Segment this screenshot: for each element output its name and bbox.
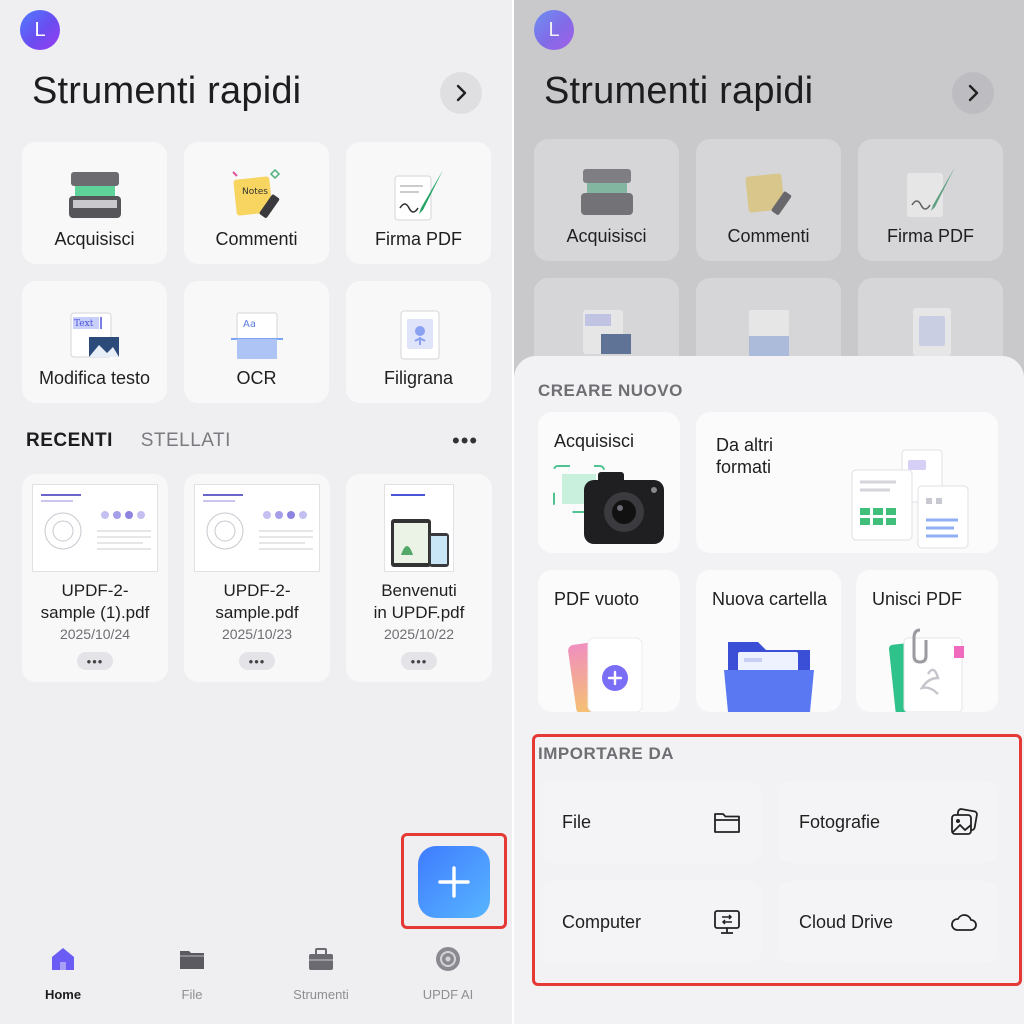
tool-label: Filigrana	[383, 368, 454, 388]
formats-icon	[851, 449, 969, 549]
watermark-icon	[912, 308, 951, 356]
watermark-icon	[400, 310, 439, 360]
tool-commenti[interactable]: Commenti	[696, 139, 841, 261]
card-title: Unisci PDF	[872, 589, 963, 609]
tool-ocr[interactable]: Aa OCR	[184, 281, 329, 403]
camera-icon	[553, 465, 664, 544]
ocr-icon	[748, 310, 789, 356]
tool-label: Acquisisci	[54, 229, 135, 249]
merge-pdf-icon	[888, 628, 964, 712]
import-highlight-outline	[532, 734, 1022, 986]
edit-text-icon	[582, 310, 631, 354]
tool-commenti[interactable]: Notes Commenti	[184, 142, 329, 264]
file-date: 2025/10/22	[383, 626, 455, 642]
svg-text:Notes: Notes	[242, 187, 268, 197]
home-icon	[52, 948, 74, 970]
file-thumbnail	[32, 484, 158, 572]
ocr-icon: Aa	[230, 312, 283, 359]
signature-icon	[394, 170, 443, 221]
chevron-right-icon	[968, 84, 979, 102]
card-title: Acquisisci	[554, 431, 635, 451]
create-from-formats-card[interactable]: Da altri formati	[696, 412, 998, 553]
page-title: Strumenti rapidi	[544, 70, 814, 112]
tab-strumenti[interactable]: Strumenti	[271, 944, 371, 1002]
create-blank-pdf-card[interactable]: PDF vuoto	[538, 570, 680, 712]
notes-icon	[745, 173, 791, 215]
tab-stellati[interactable]: STELLATI	[141, 430, 231, 451]
avatar[interactable]: L	[20, 10, 60, 50]
file-more-button[interactable]: •••	[401, 652, 437, 670]
file-thumbnail	[194, 484, 320, 572]
notes-icon: Notes	[231, 168, 280, 218]
tool-label: Commenti	[727, 226, 810, 246]
file-name: UPDF-2- sample (1).pdf	[40, 581, 150, 622]
section-create-new: CREARE NUOVO	[538, 381, 683, 400]
folder-icon	[724, 642, 814, 712]
tool-firma-pdf[interactable]: Firma PDF	[858, 139, 1003, 261]
file-date: 2025/10/24	[59, 626, 131, 642]
bottom-tab-bar: Home File Strumenti UPDF AI	[0, 944, 512, 1014]
recent-file-card[interactable]: UPDF-2- sample.pdf 2025/10/23 •••	[184, 474, 330, 682]
avatar[interactable]: L	[534, 10, 574, 50]
quick-tools-more-button[interactable]	[440, 72, 482, 114]
tool-label: Acquisisci	[566, 226, 647, 246]
page-title: Strumenti rapidi	[32, 70, 302, 112]
tool-filigrana[interactable]: Filigrana	[346, 281, 491, 403]
add-button[interactable]	[418, 846, 490, 918]
edit-text-icon: Text	[70, 312, 119, 358]
avatar-letter: L	[34, 18, 46, 41]
scanner-icon	[580, 169, 633, 215]
card-title: PDF vuoto	[554, 589, 640, 609]
card-title: Da altri formati	[716, 435, 774, 477]
tool-label: Modifica testo	[38, 368, 151, 388]
file-name: UPDF-2- sample.pdf	[215, 581, 299, 622]
tab-home[interactable]: Home	[13, 944, 113, 1002]
tool-acquisisci[interactable]: Acquisisci	[534, 139, 679, 261]
avatar-letter: L	[548, 18, 560, 41]
tool-label: Commenti	[215, 229, 298, 249]
tab-recenti[interactable]: RECENTI	[26, 430, 113, 451]
recent-tabs: RECENTI STELLATI	[26, 430, 231, 452]
home-screen: L Strumenti rapidi Acquisisci Notes Comm…	[0, 0, 512, 1024]
tab-file[interactable]: File	[142, 944, 242, 1002]
recent-file-card[interactable]: Benvenuti in UPDF.pdf 2025/10/22 •••	[346, 474, 492, 682]
blank-pdf-icon	[568, 637, 643, 712]
scanner-icon	[68, 172, 121, 218]
tab-updf-ai[interactable]: UPDF AI	[398, 944, 498, 1002]
tool-label: Firma PDF	[375, 229, 462, 249]
card-title: Nuova cartella	[712, 589, 828, 609]
tool-modifica-testo[interactable]: Text Modifica testo	[22, 281, 167, 403]
signature-icon	[906, 167, 955, 217]
create-scan-card[interactable]: Acquisisci	[538, 412, 680, 553]
file-more-button[interactable]: •••	[77, 652, 113, 670]
chevron-right-icon	[456, 84, 467, 102]
create-new-folder-card[interactable]: Nuova cartella	[696, 570, 841, 712]
recent-file-card[interactable]: UPDF-2- sample (1).pdf 2025/10/24 •••	[22, 474, 168, 682]
svg-text:Aa: Aa	[243, 319, 256, 330]
svg-text:Text: Text	[74, 319, 94, 329]
quick-tools-more-button[interactable]	[952, 72, 994, 114]
tabs-more-button[interactable]: •••	[452, 428, 478, 454]
tool-acquisisci[interactable]: Acquisisci	[22, 142, 167, 264]
folder-icon	[180, 951, 204, 969]
create-merge-pdf-card[interactable]: Unisci PDF	[856, 570, 998, 712]
ai-icon	[436, 947, 460, 971]
tool-label: Firma PDF	[887, 226, 974, 246]
toolbox-icon	[309, 948, 333, 970]
file-date: 2025/10/23	[221, 626, 293, 642]
plus-icon	[438, 866, 470, 898]
file-thumbnail	[384, 484, 454, 572]
tool-label: OCR	[236, 368, 277, 388]
file-name: Benvenuti in UPDF.pdf	[373, 581, 465, 622]
file-more-button[interactable]: •••	[239, 652, 275, 670]
tool-firma-pdf[interactable]: Firma PDF	[346, 142, 491, 264]
